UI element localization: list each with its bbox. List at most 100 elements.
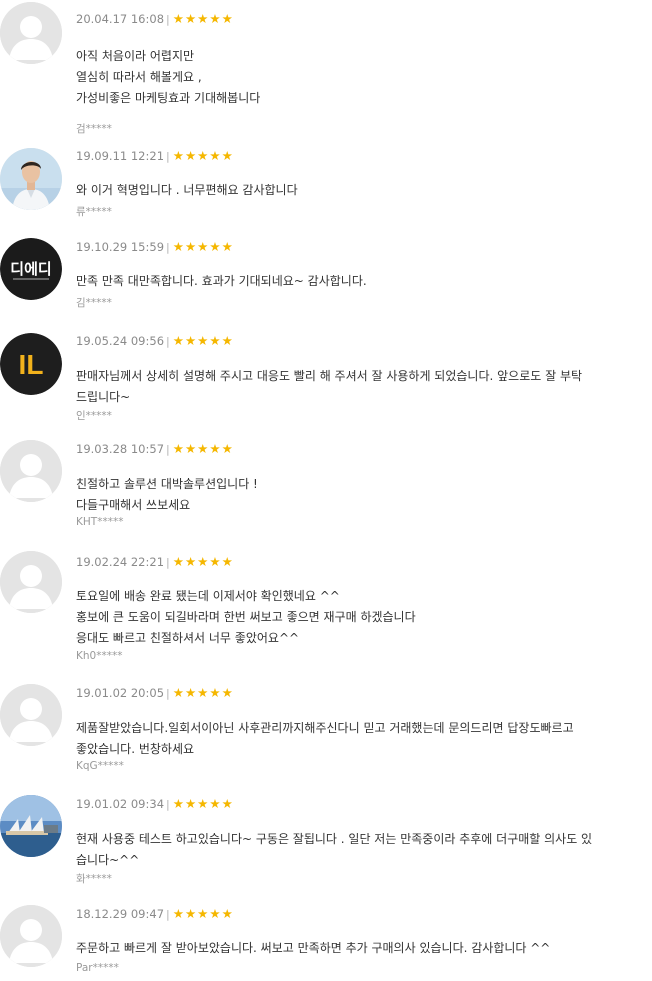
review-date: 18.12.29 09:47 [76,907,165,921]
logo-text: 디에디 [10,260,51,278]
star-icon: ★ [184,238,197,254]
star-icon: ★ [184,440,197,456]
star-icon: ★ [172,332,184,348]
review-meta: 19.10.29 15:59 | ★ ★ ★ ★ ★ [76,238,233,256]
star-icon: ★ [221,332,233,348]
default-avatar-icon [0,905,62,967]
review-date: 19.09.11 12:21 [76,149,165,163]
star-rating: ★ ★ ★ ★ ★ [173,440,233,456]
review-text-line: 홍보에 큰 도움이 되길바라며 한번 써보고 좋으면 재구매 하겠습니다 [76,610,416,624]
review-text-line: 드립니다~ [76,390,131,404]
star-icon: ★ [172,795,184,811]
star-icon: ★ [197,905,209,921]
review-text-line: 가성비좋은 마케팅효과 기대해봅니다 [76,91,261,105]
review-author: Par***** [76,962,119,974]
separator: | [166,797,170,811]
star-icon: ★ [172,10,184,26]
review-text-line: 와 이거 혁명입니다 . 너무편해요 감사합니다 [76,183,298,197]
star-icon: ★ [197,147,209,163]
star-icon: ★ [184,332,197,348]
review-meta: 19.09.11 12:21 | ★ ★ ★ ★ ★ [76,147,233,165]
review-text: 판매자님께서 상세히 설명해 주시고 대응도 빨리 해 주셔서 잘 사용하게 되… [76,366,616,408]
star-icon: ★ [172,905,184,921]
star-icon: ★ [221,10,233,26]
review-text: 주문하고 빠르게 잘 받아보았습니다. 써보고 만족하면 추가 구매의사 있습니… [76,938,616,959]
star-icon: ★ [209,332,221,348]
star-icon: ★ [172,553,184,569]
star-icon: ★ [172,684,184,700]
review-meta: 19.01.02 20:05 | ★ ★ ★ ★ ★ [76,684,233,702]
review-text: 아직 처음이라 어렵지만열심히 따라서 해볼게요 , 가성비좋은 마케팅효과 기대… [76,46,616,109]
review-meta: 19.01.02 09:34 | ★ ★ ★ ★ ★ [76,795,233,813]
star-icon: ★ [197,795,209,811]
separator: | [166,334,170,348]
review-text-line: 친절하고 솔루션 대박솔루션입니다 ! [76,477,258,491]
review-text: 친절하고 솔루션 대박솔루션입니다 ! 다들구매해서 쓰보세요 [76,474,616,516]
review-text: 현재 사용중 테스트 하고있습니다~ 구동은 잘됩니다 . 일단 저는 만족중이… [76,829,616,871]
star-icon: ★ [221,905,233,921]
review-date: 19.10.29 15:59 [76,240,165,254]
review-date: 19.03.28 10:57 [76,442,165,456]
review-date: 20.04.17 16:08 [76,12,165,26]
review-text-line: 판매자님께서 상세히 설명해 주시고 대응도 빨리 해 주셔서 잘 사용하게 되… [76,369,583,383]
review-text-line: 제품잘받았습니다.일회서이아닌 사후관리까지해주신다니 믿고 거래했는데 문의드… [76,721,574,735]
star-rating: ★ ★ ★ ★ ★ [172,795,233,811]
star-rating: ★ ★ ★ ★ ★ [172,147,233,163]
star-icon: ★ [221,553,233,569]
separator: | [166,907,170,921]
star-rating: ★ ★ ★ ★ ★ [172,332,233,348]
star-icon: ★ [184,553,197,569]
review-meta: 18.12.29 09:47 | ★ ★ ★ ★ ★ [76,905,233,923]
star-icon: ★ [209,10,221,26]
review-date: 19.02.24 22:21 [76,555,165,569]
review-text: 와 이거 혁명입니다 . 너무편해요 감사합니다 [76,180,616,201]
star-icon: ★ [209,684,221,700]
star-icon: ★ [209,238,221,254]
review-text-line: 주문하고 빠르게 잘 받아보았습니다. 써보고 만족하면 추가 구매의사 있습니… [76,941,551,955]
star-icon: ★ [209,905,221,921]
review-author: 김***** [76,297,112,309]
review-author: 검***** [76,123,112,135]
review-text-line: 다들구매해서 쓰보세요 [76,498,191,512]
review-author: 화***** [76,873,112,885]
star-icon: ★ [221,238,233,254]
review-author: 인***** [76,410,112,422]
default-avatar-icon [0,2,62,64]
star-icon: ★ [221,795,233,811]
separator: | [166,149,170,163]
star-icon: ★ [172,147,184,163]
review-meta: 20.04.17 16:08 | ★ ★ ★ ★ ★ [76,10,233,28]
review-text-line: 현재 사용중 테스트 하고있습니다~ 구동은 잘됩니다 . 일단 저는 만족중이… [76,832,593,846]
star-icon: ★ [197,238,209,254]
logo-text: IL [19,349,44,380]
review-date: 19.01.02 20:05 [76,686,165,700]
review-text-line: 열심히 따라서 해볼게요 , [76,70,202,84]
review-meta: 19.02.24 22:21 | ★ ★ ★ ★ ★ [76,553,233,571]
separator: | [166,442,170,456]
landscape-photo-avatar [0,795,62,857]
review-text-line: 토요일에 배송 완료 됐는데 이제서야 확인했네요 ^^ [76,589,340,603]
star-icon: ★ [221,440,233,456]
star-icon: ★ [221,147,233,163]
review-text-line: 아직 처음이라 어렵지만 [76,49,195,63]
star-rating: ★ ★ ★ ★ ★ [173,238,233,254]
star-icon: ★ [184,905,197,921]
star-icon: ★ [184,10,197,26]
default-avatar-icon [0,440,62,502]
review-meta: 19.05.24 09:56 | ★ ★ ★ ★ ★ [76,332,233,350]
person-photo-avatar [0,148,62,210]
default-avatar-icon [0,684,62,746]
review-text-line: 응대도 빠르고 친절하셔서 너무 좋았어요^^ [76,631,300,645]
review-text-line: 만족 만족 대만족합니다. 효과가 기대되네요~ 감사합니다. [76,274,367,288]
review-text-line: 좋았습니다. 번창하세요 [76,742,195,756]
review-text-line: 습니다~^^ [76,853,140,867]
review-author: Kh0***** [76,650,123,662]
star-rating: ★ ★ ★ ★ ★ [172,10,233,26]
star-icon: ★ [197,553,209,569]
star-icon: ★ [184,147,197,163]
star-icon: ★ [197,10,209,26]
separator: | [166,555,170,569]
star-icon: ★ [209,147,221,163]
review-date: 19.05.24 09:56 [76,334,165,348]
logo-avatar: IL [0,333,62,395]
